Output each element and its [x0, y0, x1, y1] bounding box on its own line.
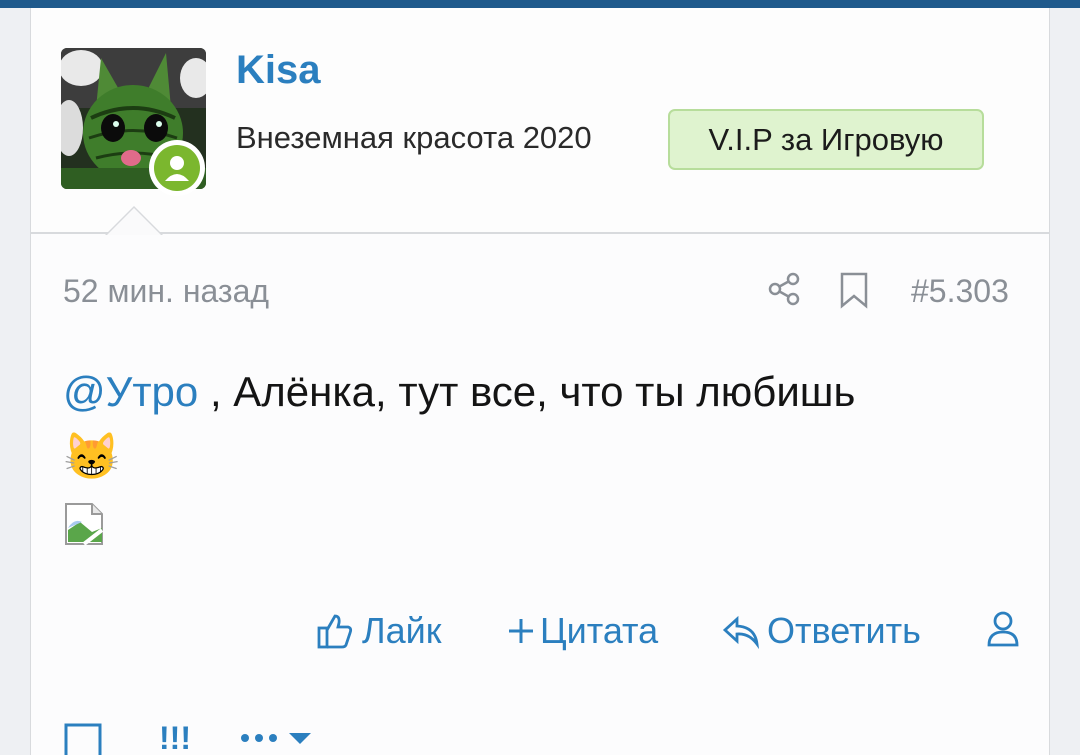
- like-button[interactable]: Лайк: [316, 610, 442, 652]
- plus-icon: [506, 616, 536, 646]
- user-outline-icon[interactable]: [986, 610, 1020, 648]
- user-icon: [154, 145, 200, 191]
- reply-label: Ответить: [767, 610, 921, 651]
- reply-button[interactable]: Ответить: [721, 610, 921, 652]
- quote-label: Цитата: [540, 610, 659, 651]
- share-icon[interactable]: [766, 271, 802, 312]
- like-icon: [316, 612, 354, 650]
- post-card: Kisa Внеземная красота 2020 V.I.P за Игр…: [30, 8, 1050, 755]
- broken-image-icon[interactable]: [62, 500, 110, 548]
- online-status-badge: [149, 140, 205, 196]
- user-banner-badge: V.I.P за Игровую: [668, 109, 984, 170]
- username-link[interactable]: Kisa: [236, 48, 321, 93]
- exclaim-label[interactable]: !!!: [159, 720, 191, 755]
- quote-button[interactable]: Цитата: [506, 610, 658, 652]
- reply-icon: [721, 613, 761, 649]
- bookmark-icon[interactable]: [839, 271, 869, 314]
- post-number-link[interactable]: #5.303: [911, 273, 1009, 310]
- select-checkbox-icon[interactable]: [63, 713, 103, 755]
- mention-link[interactable]: @Утро: [63, 368, 198, 415]
- more-options-button[interactable]: [239, 728, 321, 753]
- post-time[interactable]: 52 мин. назад: [63, 273, 269, 310]
- message-text: , Алёнка, тут все, что ты любишь: [198, 368, 856, 415]
- user-title: Внеземная красота 2020: [236, 120, 592, 155]
- post-message: @Утро , Алёнка, тут все, что ты любишь: [63, 368, 855, 416]
- post-header: Kisa Внеземная красота 2020 V.I.P за Игр…: [31, 8, 1049, 234]
- cat-emoji: 😸: [63, 430, 121, 482]
- chevron-down-icon: [289, 733, 311, 744]
- like-label: Лайк: [362, 610, 442, 651]
- more-icon: [241, 734, 277, 742]
- top-bar: [0, 0, 1080, 8]
